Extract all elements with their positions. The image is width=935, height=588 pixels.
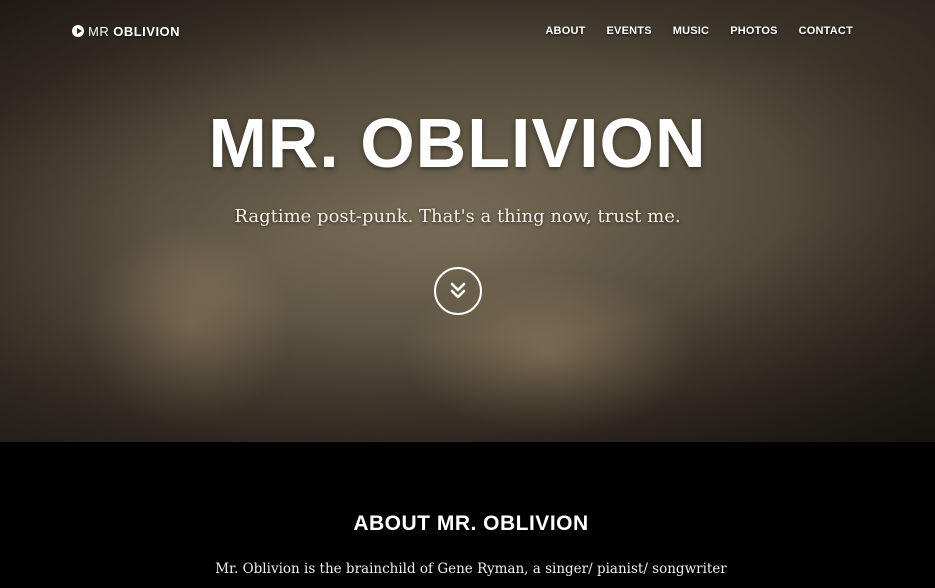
double-chevron-down-icon [450, 282, 466, 299]
nav-link-about[interactable]: ABOUT [545, 25, 585, 37]
brand-logo-link[interactable]: MR OBLIVION [72, 24, 180, 39]
about-title: ABOUT MR. OBLIVION [353, 512, 589, 535]
scroll-down-button[interactable] [434, 267, 482, 315]
about-section: ABOUT MR. OBLIVION Mr. Oblivion is the b… [0, 442, 935, 588]
hero-title: MR. OBLIVION [208, 104, 707, 182]
top-navigation: MR OBLIVION ABOUT EVENTS MUSIC PHOTOS CO… [72, 22, 853, 40]
nav-link-events[interactable]: EVENTS [607, 25, 652, 37]
brand-prefix: MR [88, 23, 110, 39]
about-text: Mr. Oblivion is the brainchild of Gene R… [215, 561, 727, 577]
nav-link-photos[interactable]: PHOTOS [730, 25, 777, 37]
play-circle-icon [72, 25, 84, 37]
brand-name: OBLIVION [113, 23, 181, 39]
nav-menu: ABOUT EVENTS MUSIC PHOTOS CONTACT [524, 25, 853, 37]
nav-link-music[interactable]: MUSIC [673, 25, 709, 37]
nav-link-contact[interactable]: CONTACT [799, 25, 853, 37]
hero-subtitle: Ragtime post-punk. That's a thing now, t… [234, 206, 681, 227]
hero-section: MR OBLIVION ABOUT EVENTS MUSIC PHOTOS CO… [0, 0, 935, 442]
